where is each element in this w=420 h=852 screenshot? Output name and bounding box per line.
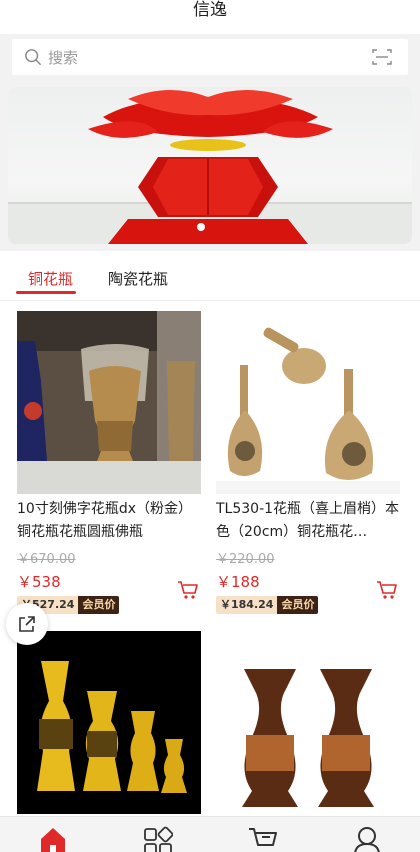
title-bar: 信逸 <box>0 0 420 34</box>
product-card[interactable] <box>216 631 400 814</box>
category-icon[interactable] <box>143 825 173 852</box>
original-price: ￥220.00 <box>216 552 275 567</box>
scan-icon[interactable] <box>372 48 392 66</box>
product-card[interactable]: 10寸刻佛字花瓶dx（粉金） 铜花瓶花瓶圆瓶佛瓶 ￥670.00 ￥538 ￥5… <box>17 311 201 614</box>
product-image <box>17 311 201 494</box>
share-button[interactable] <box>6 603 48 645</box>
search-bar: 搜索 <box>0 34 420 80</box>
home-icon[interactable] <box>38 825 68 852</box>
add-to-cart-icon[interactable] <box>177 579 199 601</box>
banner-image <box>8 89 412 244</box>
page-title: 信逸 <box>193 0 227 20</box>
search-placeholder: 搜索 <box>48 48 79 67</box>
member-price-label: 会员价 <box>277 596 319 614</box>
share-icon <box>19 616 35 632</box>
search-input[interactable]: 搜索 <box>12 39 408 75</box>
category-tabs: 铜花瓶 陶瓷花瓶 <box>0 251 420 301</box>
product-card[interactable] <box>17 631 201 814</box>
tab-ceramic-vase[interactable]: 陶瓷花瓶 <box>108 268 168 289</box>
member-price: ￥184.24 <box>216 596 278 614</box>
member-price-label: 会员价 <box>78 596 120 614</box>
product-card[interactable]: TL530-1花瓶（喜上眉梢）本色（20cm）铜花瓶花… ￥220.00 ￥18… <box>216 311 400 614</box>
active-tab-indicator <box>16 291 76 294</box>
tab-copper-vase[interactable]: 铜花瓶 <box>28 268 73 289</box>
sale-price: ￥188 <box>216 573 260 591</box>
profile-icon[interactable] <box>352 825 382 852</box>
product-image <box>216 311 400 494</box>
banner-carousel[interactable] <box>8 87 412 244</box>
sale-price: ￥538 <box>17 573 61 591</box>
product-name: 10寸刻佛字花瓶dx（粉金） 铜花瓶花瓶圆瓶佛瓶 <box>17 501 192 540</box>
product-image <box>17 631 201 814</box>
product-name: TL530-1花瓶（喜上眉梢）本色（20cm）铜花瓶花… <box>216 501 400 540</box>
search-icon <box>25 49 41 65</box>
product-section: 铜花瓶 陶瓷花瓶 10寸刻佛字花瓶dx（粉金） 铜花瓶花瓶圆瓶佛瓶 ￥670.0… <box>0 251 420 816</box>
cart-icon[interactable] <box>248 825 278 852</box>
add-to-cart-icon[interactable] <box>376 579 398 601</box>
product-image <box>216 631 400 814</box>
member-price-badge: ￥184.24 会员价 <box>216 596 319 614</box>
bottom-tab-bar <box>0 816 420 852</box>
original-price: ￥670.00 <box>17 552 76 567</box>
